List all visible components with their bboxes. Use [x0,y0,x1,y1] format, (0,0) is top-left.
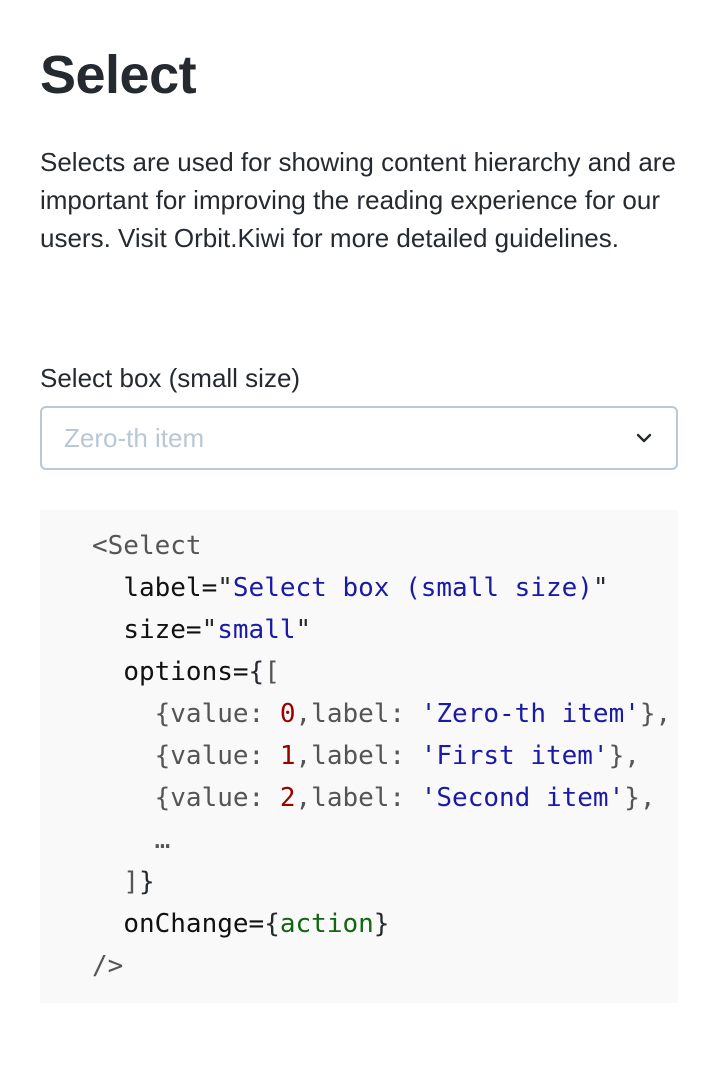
code-option-label: 'First item' [420,741,609,771]
code-attr-label-name: label= [123,573,218,603]
select-label: Select box (small size) [40,363,301,393]
code-block: <Select label="Select box (small size)" … [40,510,678,1003]
code-option-value: 2 [279,783,296,813]
code-attr-onchange-name: onChange= [123,909,265,939]
code-option-value: 0 [279,699,296,729]
code-option-label: 'Zero-th item' [420,699,640,729]
code-option-label: 'Second item' [420,783,625,813]
code-snippet: <Select label="Select box (small size)" … [92,531,672,981]
code-attr-onchange-value: action [279,909,374,939]
select-value: Zero-th item [64,423,205,453]
page-description: Selects are used for showing content hie… [40,147,676,253]
code-open-tag: <Select [92,531,202,561]
code-attr-size-value: small [217,615,296,645]
code-attr-size-name: size= [123,615,202,645]
select-box[interactable]: Zero-th item [40,406,678,470]
code-option-value: 1 [279,741,296,771]
code-attr-options-name: options= [123,657,249,687]
code-attr-label-value: Select box (small size) [232,573,593,603]
page-title: Select [40,45,197,105]
chevron-down-icon [636,433,652,443]
code-close-tag: /> [92,951,124,981]
code-ellipsis: … [154,825,171,855]
